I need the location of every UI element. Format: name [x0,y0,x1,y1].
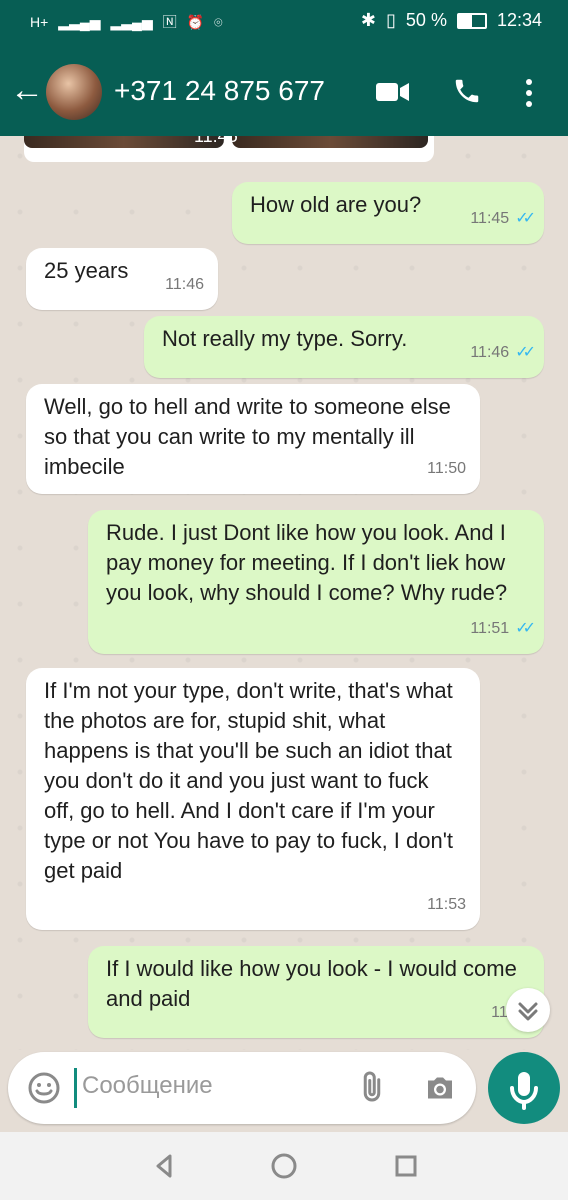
message-time: 11:46 [470,344,510,361]
battery-icon [456,12,487,29]
incoming-message[interactable]: 25 years 11:46 [26,248,218,310]
camera-status-icon: ⌾ [214,13,223,30]
clock: 12:34 [496,10,542,30]
message-composer[interactable]: Сообщение [8,1052,476,1124]
message-meta: 11:45 ✓✓ [470,204,536,234]
phone-call-icon[interactable] [452,76,482,111]
avatar[interactable] [46,64,102,120]
contact-name[interactable]: +371 24 875 677 [114,75,325,107]
message-time: 11:46 [165,276,204,293]
video-call-icon[interactable] [376,80,410,109]
message-text: If I would like how you look - I would c… [106,956,517,1011]
message-meta: 11:46 [165,270,204,300]
emoji-icon[interactable] [26,1070,62,1111]
mic-button[interactable] [488,1052,560,1124]
microphone-icon [510,1072,538,1110]
media-thumbnail[interactable] [232,136,428,148]
battery-percent: 50 % [405,10,447,30]
camera-icon[interactable] [422,1070,458,1111]
message-meta: 11:51 ✓✓ [470,614,536,644]
network-type-indicator: H+ [30,14,49,30]
more-options-icon[interactable] [522,76,536,115]
outgoing-message[interactable]: Rude. I just Dont like how you look. And… [88,510,544,654]
incoming-message[interactable]: Well, go to hell and write to someone el… [26,384,480,494]
message-time: 11:45 [470,210,510,227]
nfc-icon: 🄽 [162,14,177,30]
message-input[interactable]: Сообщение [82,1072,213,1100]
outgoing-message[interactable]: How old are you? 11:45 ✓✓ [232,182,544,244]
read-receipt-icon: ✓✓ [515,210,536,227]
read-receipt-icon: ✓✓ [515,344,536,361]
read-receipt-icon: ✓✓ [515,620,536,637]
scroll-to-bottom-button[interactable] [506,988,550,1032]
alarm-icon: ⏰ [186,13,205,30]
status-bar: H+ ▂▃▄▅ ▂▃▄▅ 🄽 ⏰ ⌾ ✱ ▯ 50 % 12:34 [0,0,568,48]
back-arrow-icon[interactable]: ← [10,68,44,112]
vibrate-icon: ▯ [386,10,396,30]
nav-recent-apps-icon[interactable] [392,1152,420,1185]
chat-header: ← +371 24 875 677 [0,48,568,136]
outgoing-message[interactable]: Not really my type. Sorry. 11:46 ✓✓ [144,316,544,378]
message-meta: 11:46 ✓✓ [470,338,536,368]
signal-icon: ▂▃▄▅ [58,13,101,30]
android-navbar [0,1132,568,1200]
nav-back-icon[interactable] [150,1152,178,1185]
signal-2-icon: ▂▃▄▅ [110,13,153,30]
message-meta: 11:53 [427,890,466,920]
message-time: 11:51 [470,620,510,637]
message-text: Rude. I just Dont like how you look. And… [106,520,508,605]
media-time: 11:45 [194,136,238,146]
message-meta: 11:50 [427,454,466,484]
message-time: 11:50 [427,460,466,477]
message-text: Well, go to hell and write to someone el… [44,394,451,479]
nav-home-icon[interactable] [270,1152,298,1185]
status-left-icons: H+ ▂▃▄▅ ▂▃▄▅ 🄽 ⏰ ⌾ [30,12,223,32]
attachment-icon[interactable] [354,1070,390,1111]
chat-area: 11:45 How old are you? 11:45 ✓✓ 25 years… [0,136,568,1050]
media-message[interactable]: 11:45 [24,136,434,162]
double-chevron-down-icon [518,1002,538,1021]
status-right: ✱ ▯ 50 % 12:34 [361,10,542,31]
bluetooth-icon: ✱ [360,10,377,30]
text-cursor [74,1068,77,1108]
outgoing-message[interactable]: If I would like how you look - I would c… [88,946,544,1038]
incoming-message[interactable]: If I'm not your type, don't write, that'… [26,668,480,930]
message-text: If I'm not your type, don't write, that'… [44,678,454,883]
message-time: 11:53 [427,896,466,913]
